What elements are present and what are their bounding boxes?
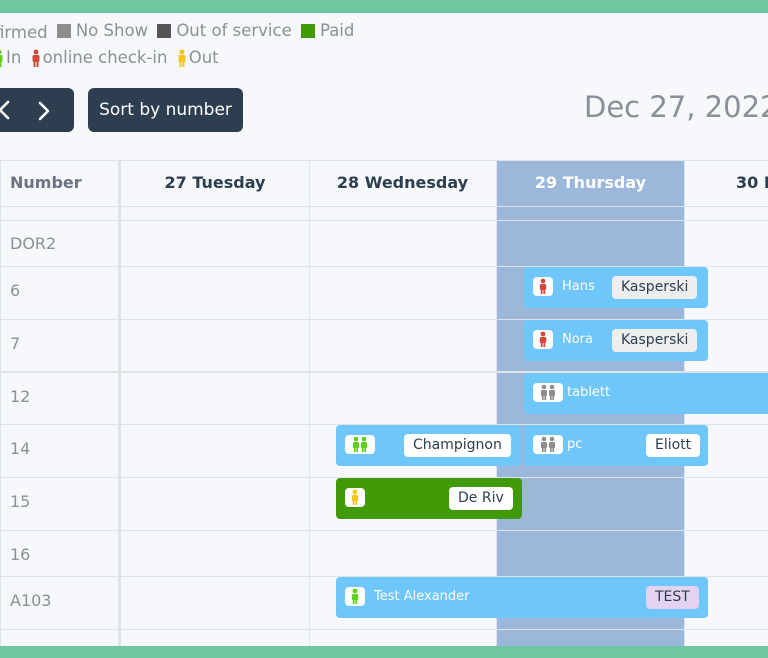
booking-tag: TEST <box>646 586 699 609</box>
room-label: A103 <box>10 591 52 610</box>
group-icon <box>345 435 375 454</box>
booking-test-alexander[interactable]: Test Alexander TEST <box>336 577 708 618</box>
booking-tablett[interactable]: tablett <box>524 373 768 414</box>
legend-confirmed: firmed <box>0 23 48 42</box>
legend-confirmed-label: firmed <box>0 22 48 42</box>
legend-in: In <box>0 48 21 67</box>
online-checkin-icon <box>533 277 553 296</box>
booking-de-riv[interactable]: De Riv <box>336 478 522 519</box>
grid-line <box>0 206 768 207</box>
booking-tag: Champignon <box>404 434 511 457</box>
grid-line <box>496 160 497 646</box>
person-icon <box>0 49 3 67</box>
group-icon <box>533 383 563 402</box>
day-header-wednesday: 28 Wednesday <box>336 173 469 192</box>
legend-paid-label: Paid <box>319 21 355 40</box>
grid-line <box>0 530 768 531</box>
booking-guest-name: Hans <box>562 279 595 294</box>
legend-out-of-service: Out of service <box>157 21 292 40</box>
no-show-swatch <box>56 23 71 38</box>
calendar-grid: Number 27 Tuesday 28 Wednesday 29 Thursd… <box>0 160 768 646</box>
legend-paid: Paid <box>300 21 355 40</box>
booking-tag: Kasperski <box>612 329 698 352</box>
room-label: 6 <box>10 281 21 300</box>
legend-out-of-service-label: Out of service <box>176 21 292 40</box>
legend-out: Out <box>177 48 219 67</box>
status-legend: firmed No Show Out of service Paid <box>0 21 358 42</box>
paid-swatch <box>300 23 315 38</box>
online-checkin-icon <box>533 330 553 349</box>
current-date: Dec 27, 2022 <box>584 90 768 124</box>
date-nav-buttons <box>0 88 74 132</box>
person-icon <box>32 49 40 67</box>
legend-no-show-label: No Show <box>75 21 149 40</box>
room-label: DOR2 <box>10 234 57 253</box>
top-accent-bar <box>0 0 768 13</box>
number-column-header[interactable]: Number <box>10 160 82 206</box>
grid-line <box>118 160 121 646</box>
room-label: 7 <box>10 334 21 353</box>
person-icon <box>178 49 186 67</box>
room-label: 15 <box>10 492 31 511</box>
booking-guest-name: pc <box>567 437 583 452</box>
room-label: 16 <box>10 545 31 564</box>
chevron-left-icon[interactable] <box>0 100 10 120</box>
day-header-thursday: 29 Thursday <box>534 173 647 192</box>
booking-guest-name: Nora <box>562 332 593 347</box>
booking-pc[interactable]: pc Eliott <box>524 425 708 466</box>
booking-guest-name: Test Alexander <box>374 589 470 604</box>
legend-out-label: Out <box>188 48 219 67</box>
bottom-accent-bar <box>0 646 768 658</box>
booking-nora[interactable]: Nora Kasperski <box>524 320 708 361</box>
grid-line <box>0 160 1 646</box>
day-header-friday: 30 F <box>736 173 768 192</box>
grid-line <box>0 629 768 630</box>
chevron-right-icon[interactable] <box>38 101 50 121</box>
out-of-service-swatch <box>157 23 172 38</box>
checkin-legend: In online check-in Out <box>0 48 223 71</box>
booking-tag: De Riv <box>449 487 513 510</box>
booking-tag: Kasperski <box>612 276 698 299</box>
grid-line <box>0 220 768 221</box>
group-icon <box>533 435 563 454</box>
legend-in-label: In <box>6 48 22 67</box>
legend-online-checkin-label: online check-in <box>42 48 168 67</box>
booking-tag: Eliott <box>646 434 701 457</box>
checked-out-icon <box>345 488 365 507</box>
room-label: 12 <box>10 387 31 406</box>
booking-guest-name: tablett <box>567 385 611 400</box>
checked-in-icon <box>345 587 365 606</box>
day-header-tuesday: 27 Tuesday <box>164 173 266 192</box>
sort-by-number-button[interactable]: Sort by number <box>88 88 243 132</box>
legend-online-checkin: online check-in <box>31 48 168 67</box>
room-label: 14 <box>10 439 31 458</box>
booking-hans[interactable]: Hans Kasperski <box>524 267 708 308</box>
grid-line <box>309 160 310 646</box>
legend-no-show: No Show <box>56 21 149 40</box>
booking-champignon[interactable]: Champignon <box>336 425 521 466</box>
